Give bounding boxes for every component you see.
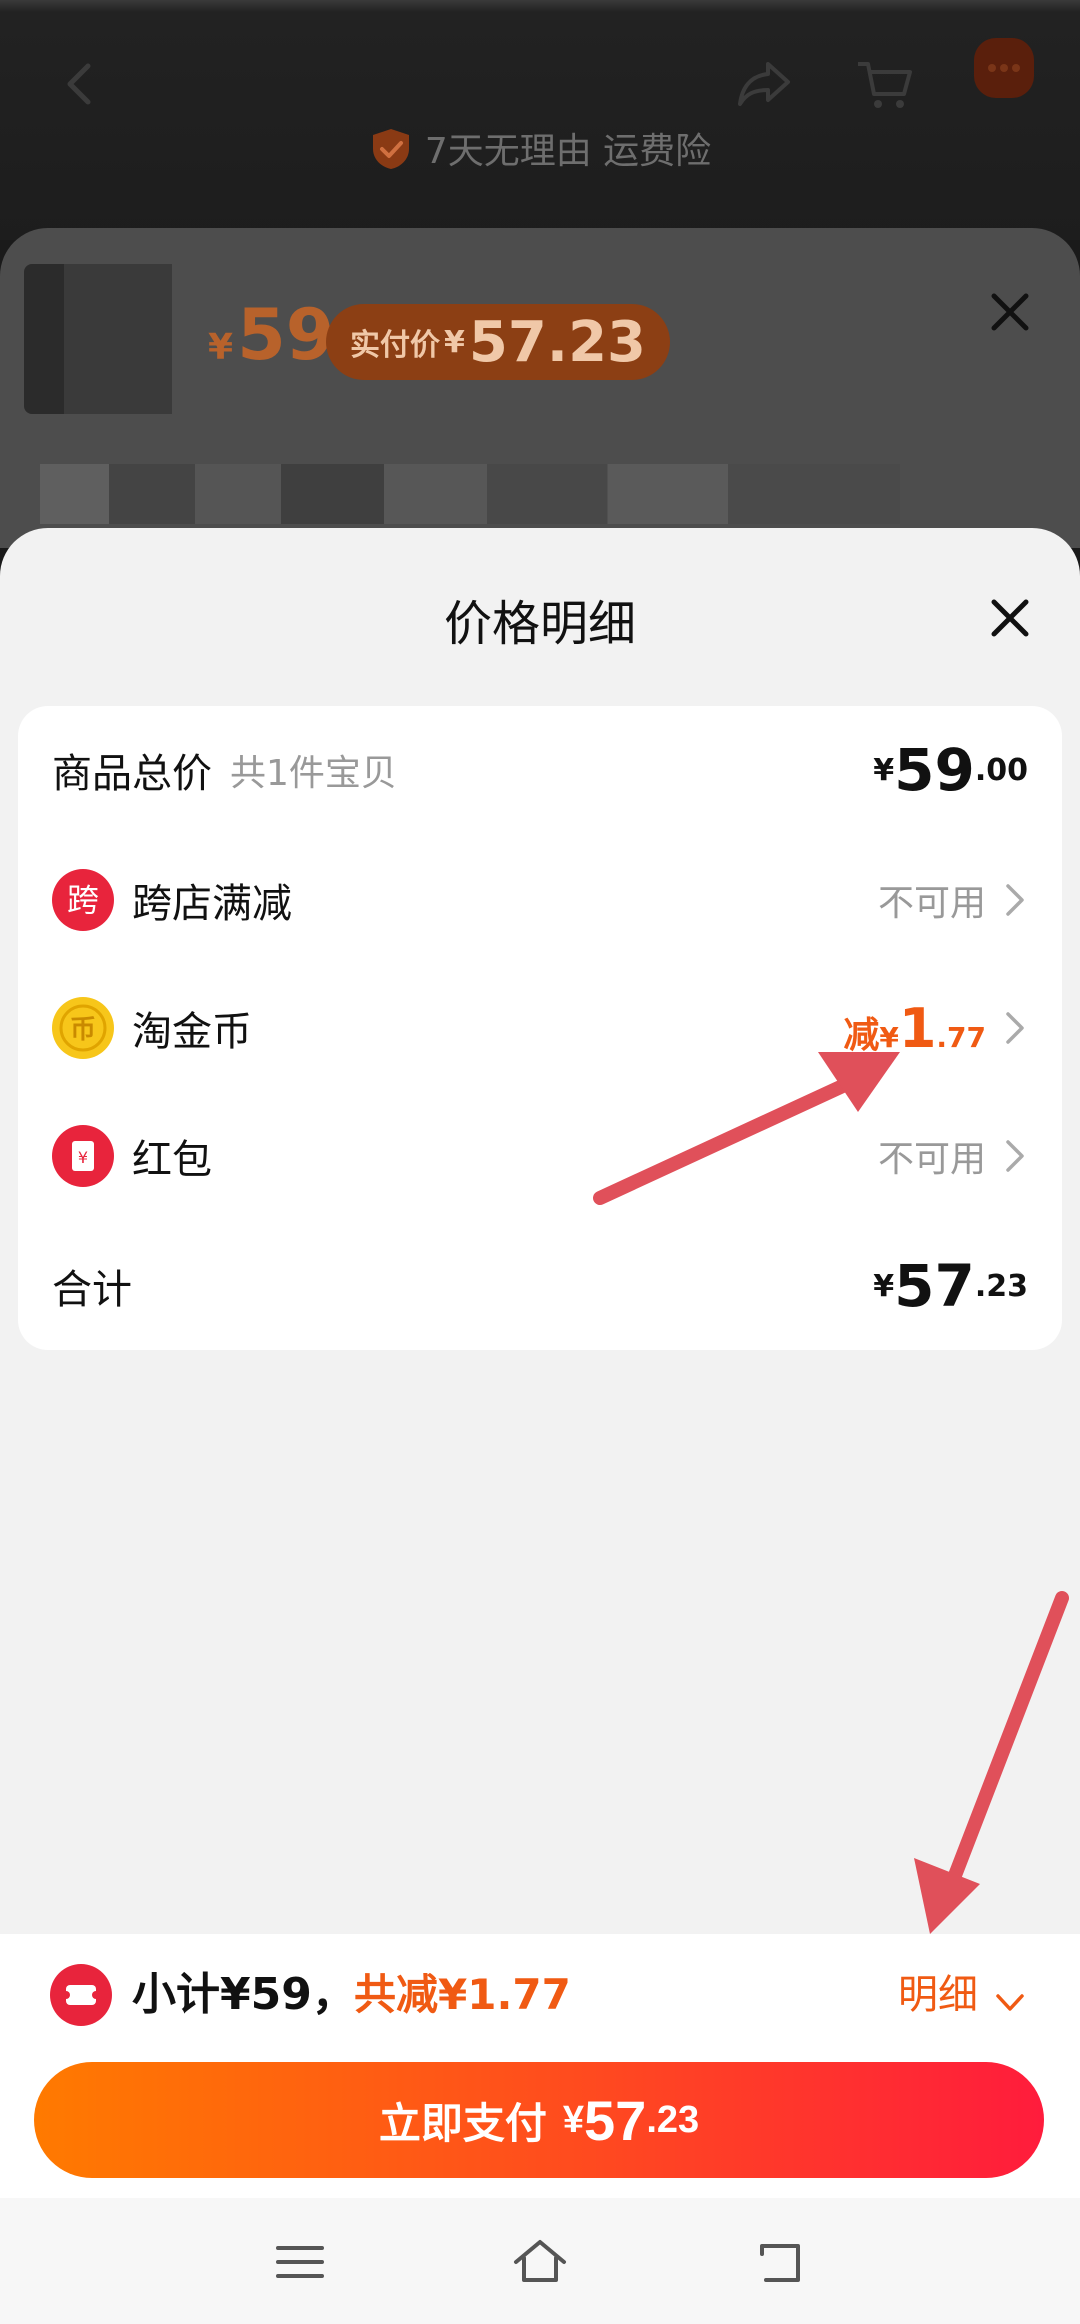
home-icon[interactable] xyxy=(510,2232,570,2292)
close-icon xyxy=(991,599,1029,637)
cross-store-value: 不可用 xyxy=(877,883,986,924)
coins-discount-value: 减¥1.77 xyxy=(843,996,986,1060)
item-total-value: ¥59.00 xyxy=(873,736,1028,804)
share-icon[interactable] xyxy=(732,52,796,116)
svg-text:币: 币 xyxy=(70,1015,96,1045)
svg-text:跨: 跨 xyxy=(67,881,99,919)
row-taobao-coins[interactable]: 币 淘金币 减¥1.77 xyxy=(18,964,1062,1092)
row-label: 跨店满减 xyxy=(132,881,292,927)
row-label: 红包 xyxy=(132,1137,212,1183)
real-price-badge: 实付价 ¥ 57.23 xyxy=(326,304,671,380)
back-nav-icon[interactable] xyxy=(750,2232,810,2292)
sheet-title: 价格明细 xyxy=(443,596,636,652)
coin-icon: 币 xyxy=(52,997,114,1059)
details-toggle-button[interactable]: 明细 xyxy=(898,1964,1028,2026)
system-nav-bar xyxy=(0,2198,1080,2324)
close-icon[interactable] xyxy=(986,288,1034,336)
price-detail-card: 商品总价 共1件宝贝 ¥59.00 跨 跨店满减 不可用 币 淘金币 减¥1.7… xyxy=(18,706,1062,1350)
item-count: 共1件宝贝 xyxy=(230,753,397,794)
row-red-packet[interactable]: ¥ 红包 不可用 xyxy=(18,1092,1062,1220)
red-packet-value: 不可用 xyxy=(877,1139,986,1180)
chevron-right-icon xyxy=(1000,880,1028,920)
close-sheet-button[interactable] xyxy=(986,594,1034,642)
guarantee-text: 7天无理由 运费险 xyxy=(424,131,712,172)
menu-icon[interactable] xyxy=(270,2232,330,2292)
cart-icon[interactable] xyxy=(852,52,916,116)
guarantee-banner: 7天无理由 运费险 xyxy=(0,122,1080,174)
row-label: 合计 xyxy=(52,1267,132,1313)
subtotal-text: 小计¥59， xyxy=(132,1969,356,2020)
details-label: 明细 xyxy=(898,1972,978,2018)
svg-text:¥: ¥ xyxy=(78,1148,88,1167)
pay-now-button[interactable]: 立即支付 ¥57.23 xyxy=(34,2062,1044,2178)
row-cross-store-discount[interactable]: 跨 跨店满减 不可用 xyxy=(18,836,1062,964)
row-sum: 合计 ¥57.23 xyxy=(18,1222,1062,1350)
chevron-right-icon xyxy=(1000,1136,1028,1176)
chevron-right-icon xyxy=(1000,1008,1028,1048)
coupon-icon xyxy=(50,1964,112,2026)
checkout-bar: 小计¥59， 共减¥1.77 明细 立即支付 ¥57.23 xyxy=(0,1934,1080,2198)
blurred-sku-options xyxy=(40,464,900,524)
product-sku-sheet: ¥59 实付价 ¥ 57.23 xyxy=(0,228,1080,548)
back-icon[interactable] xyxy=(48,52,112,116)
row-label: 淘金币 xyxy=(132,1009,252,1055)
red-packet-icon: ¥ xyxy=(52,1125,114,1187)
more-icon[interactable] xyxy=(972,36,1036,100)
price-detail-sheet: 价格明细 商品总价 共1件宝贝 ¥59.00 跨 跨店满减 不可用 币 淘金币 … xyxy=(0,528,1080,1934)
sum-value: ¥57.23 xyxy=(873,1252,1028,1320)
cross-store-icon: 跨 xyxy=(52,869,114,931)
row-label: 商品总价 xyxy=(52,751,212,797)
product-price: ¥59 xyxy=(208,294,335,376)
total-discount-text: 共减¥1.77 xyxy=(354,1970,571,2019)
product-page-header: 7天无理由 运费险 xyxy=(0,0,1080,240)
product-thumbnail xyxy=(24,264,172,414)
chevron-down-icon xyxy=(992,1977,1028,2013)
row-item-total: 商品总价 共1件宝贝 ¥59.00 xyxy=(18,706,1062,834)
shield-check-icon xyxy=(369,127,413,171)
